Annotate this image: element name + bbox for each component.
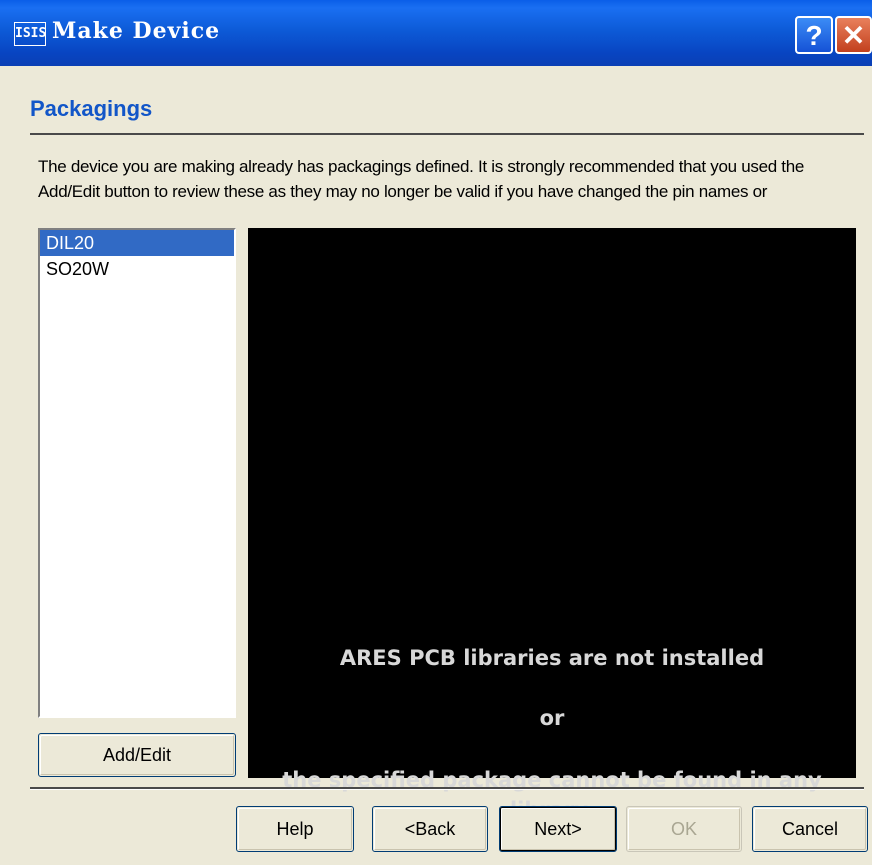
heading-divider (30, 133, 864, 135)
help-button[interactable]: Help (236, 806, 354, 852)
footer-divider-highlight (30, 789, 864, 790)
next-button[interactable]: Next> (499, 806, 617, 852)
preview-message-line3: the specified package cannot be found in… (282, 768, 822, 792)
title-bar: ISIS Make Device ? ✕ (0, 0, 872, 66)
back-button[interactable]: <Back (372, 806, 488, 852)
cancel-button-label: Cancel (781, 819, 839, 839)
preview-message-line1: ARES PCB libraries are not installed (339, 646, 765, 670)
back-button-label: <Back (404, 819, 456, 839)
page-title: Packagings (30, 96, 153, 121)
window-title: Make Device (52, 18, 221, 44)
ok-button[interactable]: OK (626, 806, 742, 852)
isis-app-icon: ISIS (14, 22, 46, 46)
list-item-so20w[interactable]: SO20W (40, 256, 234, 282)
list-item-dil20[interactable]: DIL20 (40, 230, 234, 256)
package-preview: ARES PCB libraries are not installed or … (248, 228, 856, 822)
help-title-button[interactable]: ? (795, 16, 833, 54)
next-button-label: Next> (534, 819, 582, 839)
add-edit-label: Add/Edit (102, 745, 172, 765)
cancel-button[interactable]: Cancel (752, 806, 868, 852)
ok-button-label: OK (670, 819, 697, 839)
preview-message-line2: or (539, 706, 565, 730)
close-button[interactable]: ✕ (835, 16, 872, 54)
help-button-label: Help (276, 819, 314, 839)
packaging-list[interactable]: DIL20 SO20W (38, 228, 236, 718)
intro-text: The device you are making already has pa… (38, 157, 805, 210)
add-edit-button[interactable]: Add/Edit (38, 733, 236, 777)
